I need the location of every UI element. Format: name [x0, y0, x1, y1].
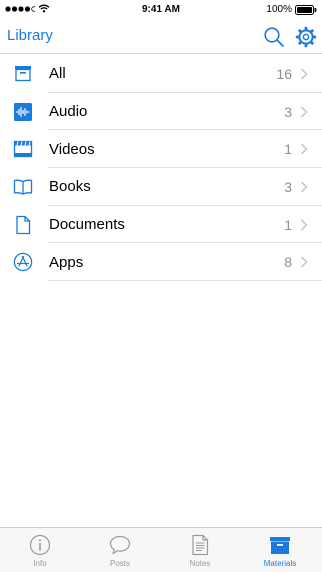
item-count: 16 — [276, 65, 292, 82]
list-item-videos[interactable]: Videos 1 — [0, 130, 322, 169]
list-item-books[interactable]: Books 3 — [0, 168, 322, 206]
film-icon — [13, 141, 33, 158]
notes-icon — [192, 534, 209, 556]
item-count: 1 — [284, 216, 292, 233]
book-icon — [13, 179, 33, 195]
box-icon — [270, 537, 290, 554]
status-bar: 9:41 AM 100% — [0, 0, 322, 20]
item-label: Videos — [49, 140, 95, 158]
item-label: Documents — [49, 216, 125, 234]
item-label: All — [49, 65, 66, 83]
list-item-documents[interactable]: Documents 1 — [0, 206, 322, 244]
info-icon — [29, 534, 51, 556]
tab-posts[interactable]: Posts — [80, 528, 160, 572]
tab-label: Posts — [109, 559, 130, 568]
separator — [48, 280, 322, 282]
item-count: 1 — [284, 141, 292, 158]
chevron-right-icon — [300, 68, 308, 80]
navigation-bar: Library — [0, 20, 322, 54]
tab-label: Materials — [263, 559, 297, 568]
category-list: All 16 Audio 3 Videos 1 Books 3 Document… — [0, 55, 322, 282]
chevron-right-icon — [300, 219, 308, 231]
battery-icon — [295, 4, 317, 15]
chevron-right-icon — [300, 181, 308, 193]
chevron-right-icon — [300, 143, 308, 155]
item-label: Audio — [49, 103, 88, 121]
list-item-all[interactable]: All 16 — [0, 55, 322, 93]
speech-bubble-icon — [109, 535, 131, 555]
tab-notes[interactable]: Notes — [160, 528, 240, 572]
item-count: 8 — [284, 254, 292, 271]
battery-area: 100% — [266, 4, 317, 15]
tab-info[interactable]: Info — [0, 528, 80, 572]
search-icon[interactable] — [263, 26, 285, 48]
item-label: Books — [49, 178, 91, 196]
list-item-audio[interactable]: Audio 3 — [0, 93, 322, 131]
tab-label: Info — [33, 559, 47, 568]
tab-bar: Info Posts Notes Materials — [0, 527, 322, 572]
page-title: Library — [7, 27, 53, 44]
chevron-right-icon — [300, 106, 308, 118]
tab-materials[interactable]: Materials — [240, 528, 320, 572]
item-count: 3 — [284, 178, 292, 195]
box-icon — [15, 66, 31, 82]
gear-icon[interactable] — [295, 26, 317, 48]
waveform-icon — [14, 102, 32, 121]
tab-label: Notes — [189, 559, 211, 568]
document-icon — [16, 215, 31, 234]
list-item-apps[interactable]: Apps 8 — [0, 243, 322, 282]
chevron-right-icon — [300, 256, 308, 268]
app-store-icon — [13, 253, 33, 272]
battery-percent: 100% — [266, 4, 292, 15]
item-label: Apps — [49, 253, 84, 271]
item-count: 3 — [284, 103, 292, 120]
